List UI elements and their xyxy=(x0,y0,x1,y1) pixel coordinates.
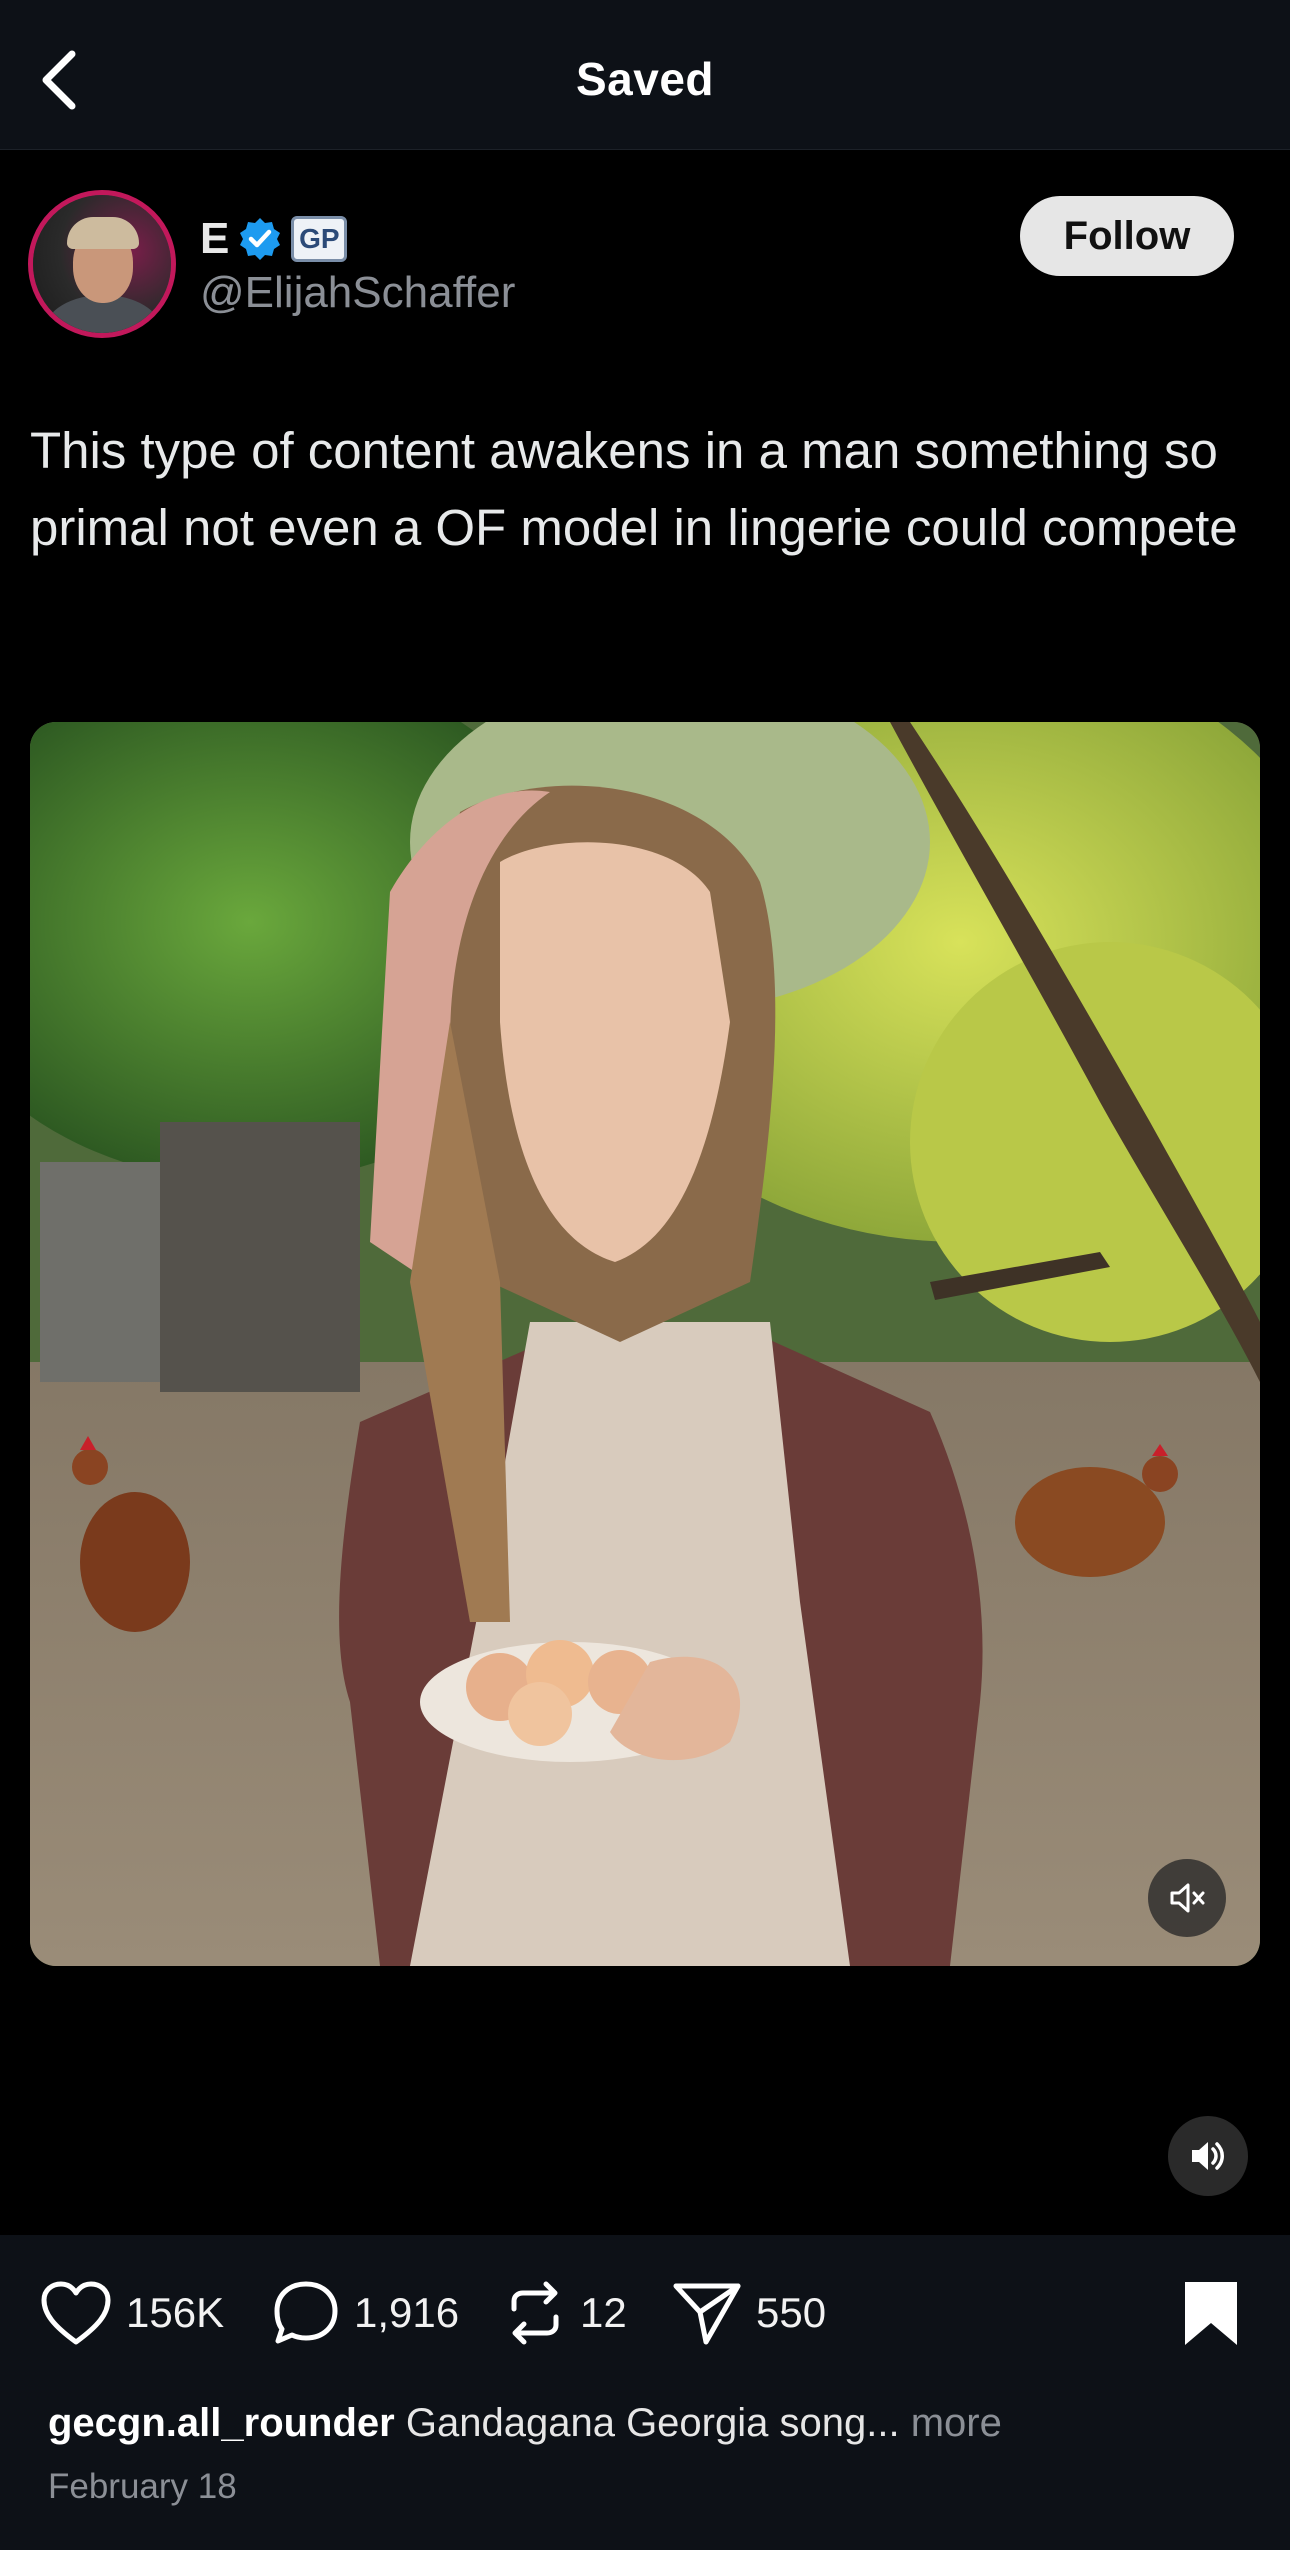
repost-arrows-icon xyxy=(511,2281,559,2345)
like-button[interactable]: 156K xyxy=(40,2273,224,2353)
post-image[interactable] xyxy=(30,722,1260,1966)
repost-count: 12 xyxy=(580,2289,627,2336)
caption-text: Gandagana Georgia song... xyxy=(405,2401,900,2445)
speaker-muted-icon xyxy=(1170,1883,1205,1913)
paper-plane-icon xyxy=(673,2283,741,2345)
author-handle[interactable]: @ElijahSchaffer xyxy=(200,268,515,318)
more-link[interactable]: more xyxy=(911,2401,1002,2445)
share-count: 550 xyxy=(756,2289,827,2336)
author-name[interactable]: E xyxy=(200,214,229,264)
top-bar: Saved xyxy=(0,0,1290,150)
post-text: This type of content awakens in a man so… xyxy=(30,422,1238,556)
speech-bubble-icon xyxy=(274,2281,338,2344)
comment-button[interactable]: 1,916 xyxy=(272,2273,459,2353)
share-button[interactable]: 550 xyxy=(672,2273,826,2353)
author-name-row: E GP xyxy=(200,212,348,266)
repost-button[interactable]: 12 xyxy=(504,2273,627,2353)
speaker-on-icon xyxy=(1192,2142,1224,2170)
follow-button[interactable]: Follow xyxy=(1020,196,1234,276)
caption: gecgn.all_rounder Gandagana Georgia song… xyxy=(48,2401,1002,2446)
verified-check-icon xyxy=(240,218,281,260)
mute-button[interactable] xyxy=(1148,1859,1226,1937)
affiliate-badge: GP xyxy=(291,216,348,262)
avatar[interactable] xyxy=(28,190,176,338)
volume-button[interactable] xyxy=(1168,2116,1248,2196)
caption-username[interactable]: gecgn.all_rounder xyxy=(48,2401,395,2445)
page-title: Saved xyxy=(575,53,715,105)
action-bar: 156K 1,916 12 550 gecgn.all_rounder Gand… xyxy=(0,2235,1290,2550)
bookmark-button[interactable] xyxy=(1180,2279,1242,2347)
post-date: February 18 xyxy=(48,2467,237,2506)
bookmark-icon xyxy=(1185,2282,1237,2345)
heart-icon xyxy=(41,2281,111,2345)
post-container: E GP @ElijahSchaffer Follow This type of… xyxy=(0,150,1290,2235)
like-count: 156K xyxy=(126,2289,225,2336)
comment-count: 1,916 xyxy=(354,2289,460,2336)
farm-photo xyxy=(30,722,1260,1966)
